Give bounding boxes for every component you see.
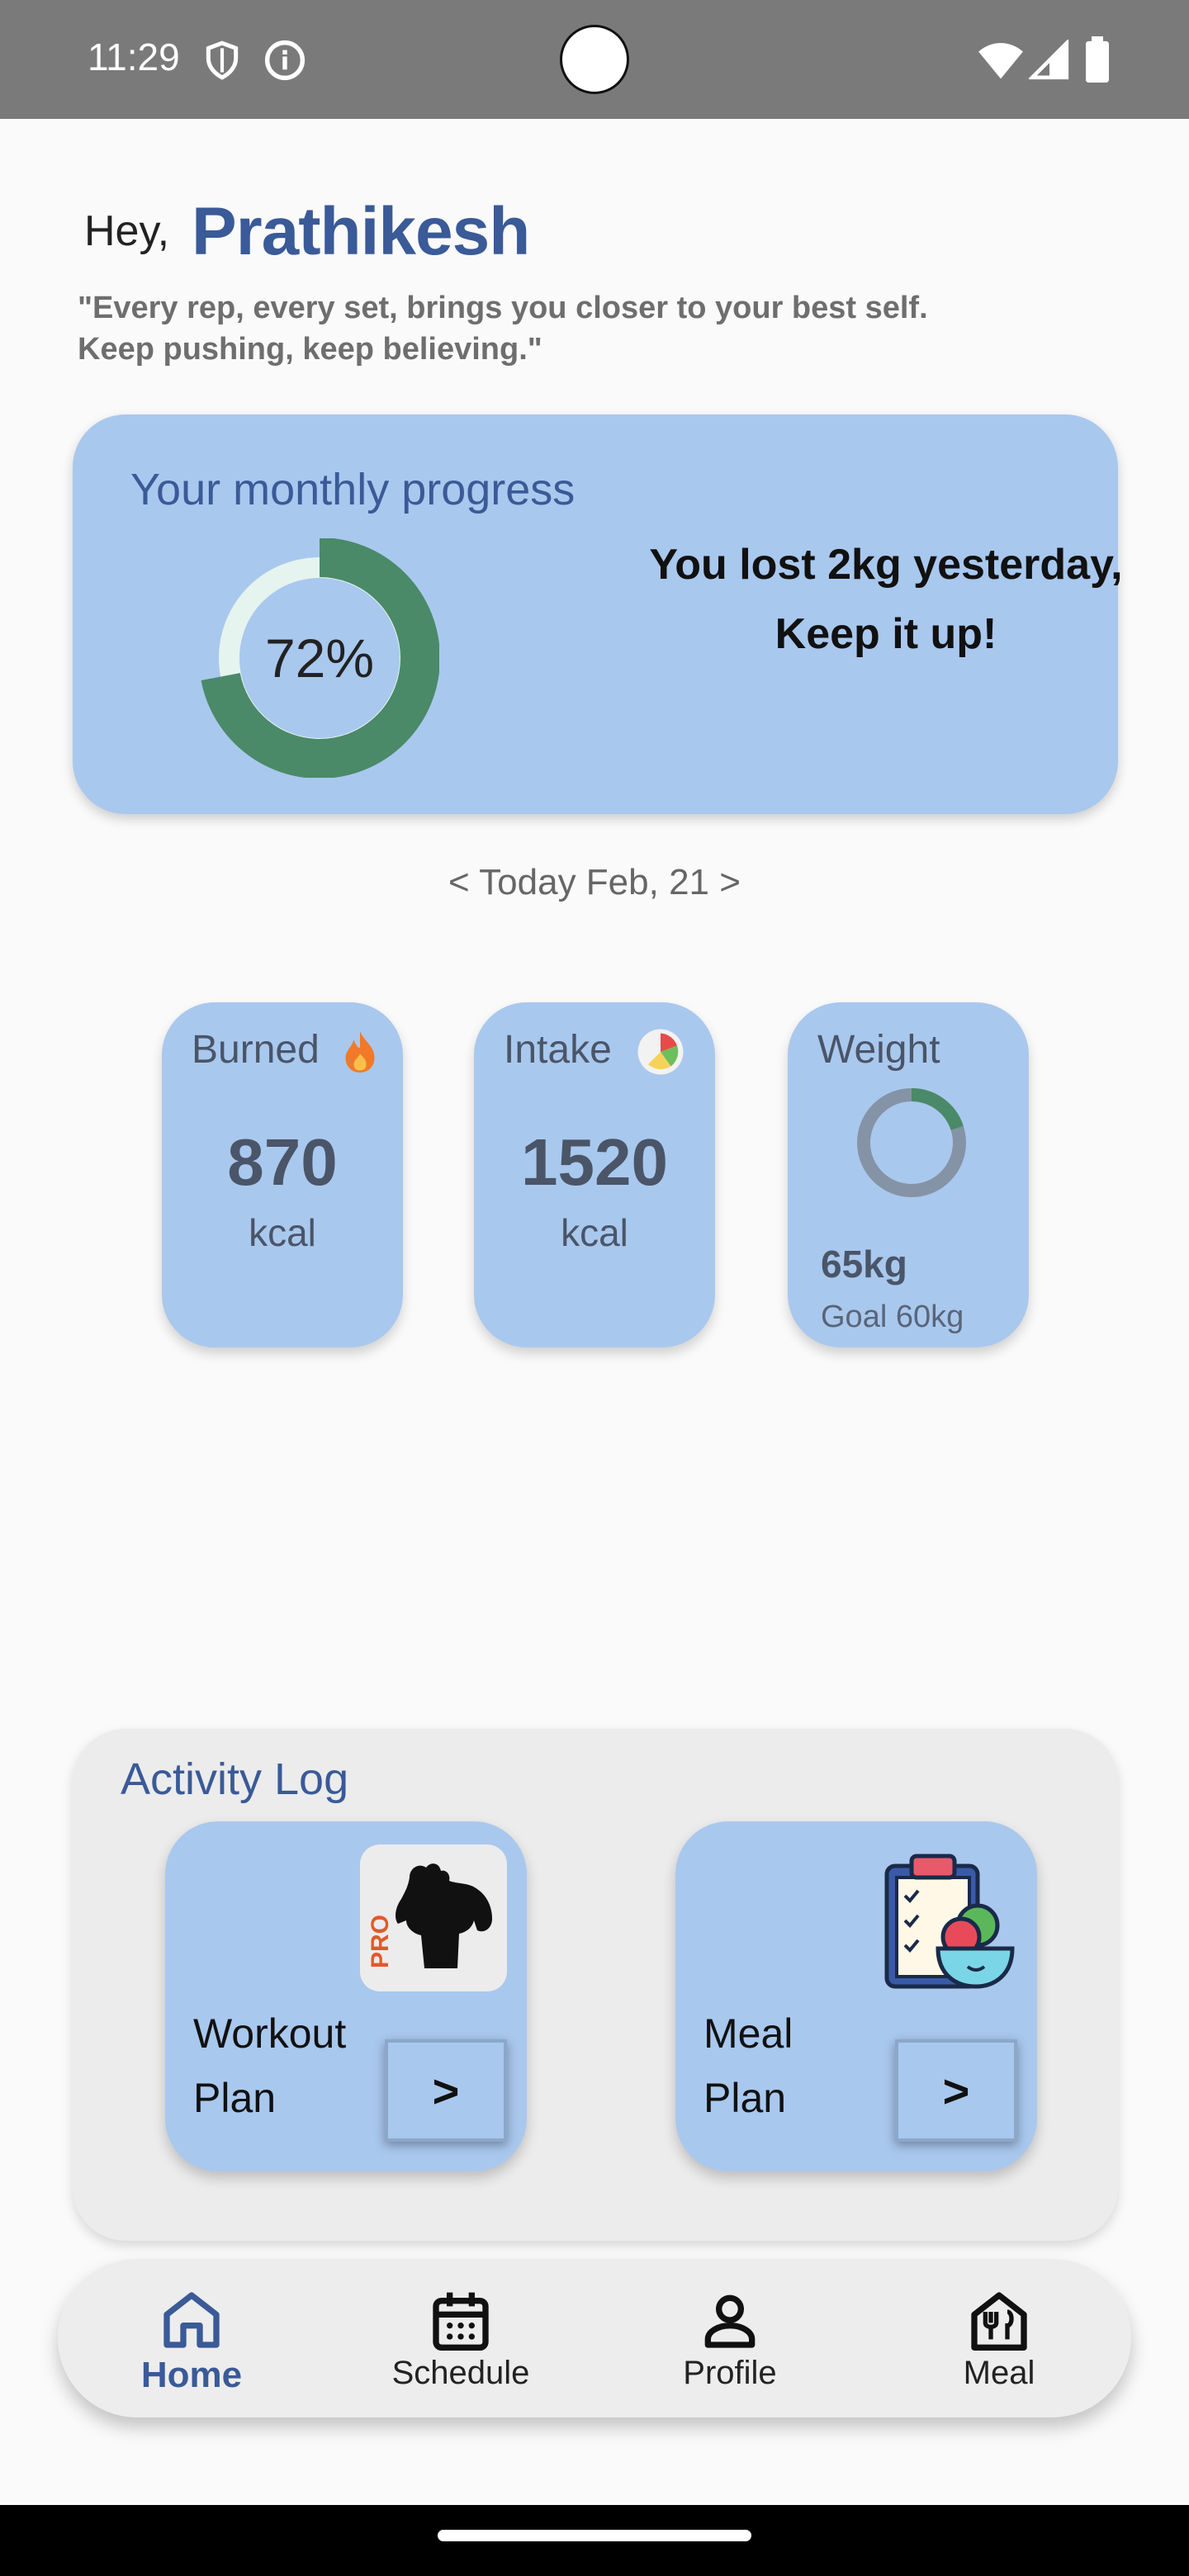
meal-plan-clipboard-icon <box>884 1854 1015 1989</box>
weight-card[interactable]: Weight 65kg Goal 60kg <box>788 1002 1029 1347</box>
weight-progress-ring <box>857 1088 966 1197</box>
burned-unit: kcal <box>249 1211 316 1254</box>
signal-icon <box>1029 40 1069 80</box>
meal-plan-card[interactable]: Meal Plan > <box>675 1821 1037 2171</box>
date-navigator[interactable]: < Today Feb, 21 > <box>0 862 1189 903</box>
meal-plan-label: Meal Plan <box>703 2010 793 2121</box>
workout-pro-text: PRO <box>367 1915 394 1968</box>
intake-label: Intake <box>504 1028 612 1072</box>
meal-plan-open-button[interactable]: > <box>895 2039 1017 2142</box>
salad-icon <box>637 1029 684 1075</box>
home-icon <box>163 2292 220 2348</box>
progress-percent: 72% <box>264 627 375 689</box>
bodybuilder-icon: PRO <box>360 1844 507 1991</box>
status-bar: 11:29 <box>0 0 1189 119</box>
workout-plan-open-button[interactable]: > <box>385 2039 507 2142</box>
nav-profile[interactable]: Profile <box>647 2287 812 2403</box>
nav-schedule-label: Schedule <box>391 2355 530 2391</box>
fire-icon <box>345 1031 375 1073</box>
nav-home[interactable]: Home <box>109 2287 274 2403</box>
nav-meal-label: Meal <box>963 2355 1035 2391</box>
shield-icon <box>206 40 239 80</box>
intake-value: 1520 <box>521 1125 668 1199</box>
camera-cutout <box>560 25 629 94</box>
status-time: 11:29 <box>88 36 180 78</box>
home-gesture-handle[interactable] <box>438 2530 751 2541</box>
info-icon <box>264 40 306 81</box>
nav-home-label: Home <box>140 2355 243 2395</box>
nav-schedule[interactable]: Schedule <box>378 2287 543 2403</box>
wifi-icon <box>978 43 1023 79</box>
nav-profile-label: Profile <box>683 2355 777 2391</box>
meal-icon <box>971 2292 1027 2351</box>
intake-unit: kcal <box>561 1211 628 1254</box>
burned-card[interactable]: Burned 870 kcal <box>162 1002 403 1347</box>
greeting-prefix: Hey, <box>84 207 170 255</box>
battery-icon <box>1086 36 1109 83</box>
bottom-navigation: Home Schedule Profile Meal <box>58 2259 1131 2417</box>
motivational-quote: "Every rep, every set, brings you closer… <box>78 291 928 367</box>
burned-label: Burned <box>192 1028 320 1072</box>
system-gesture-area <box>0 2505 1189 2576</box>
nav-meal[interactable]: Meal <box>917 2287 1082 2403</box>
workout-plan-card[interactable]: PRO Workout Plan > <box>165 1821 527 2171</box>
activity-log-section: Activity Log PRO Workout Plan > Meal Pla… <box>73 1729 1118 2241</box>
burned-value: 870 <box>227 1125 338 1199</box>
workout-plan-label: Workout Plan <box>193 2010 347 2121</box>
weight-label: Weight <box>817 1028 940 1072</box>
monthly-progress-card[interactable]: Your monthly progress 72% You lost 2kg y… <box>73 414 1123 814</box>
progress-title: Your monthly progress <box>130 465 576 514</box>
calendar-icon <box>433 2292 489 2351</box>
weight-goal: Goal 60kg <box>821 1300 964 1334</box>
activity-log-title: Activity Log <box>121 1754 349 1804</box>
user-name: Prathikesh <box>192 194 530 269</box>
progress-message: You lost 2kg yesterday, Keep it up! <box>649 541 1123 658</box>
profile-icon <box>704 2294 756 2348</box>
weight-current: 65kg <box>821 1243 907 1286</box>
intake-card[interactable]: Intake 1520 kcal <box>474 1002 715 1347</box>
